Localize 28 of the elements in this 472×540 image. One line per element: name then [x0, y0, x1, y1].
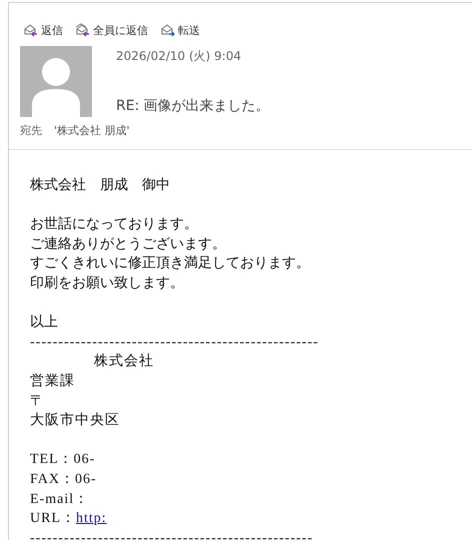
signature-text: --------------------------------------------------- [30, 334, 320, 352]
body-text: すごくきれいに修正頂き満足しております。 [30, 254, 311, 274]
website-link[interactable]: http: [76, 511, 107, 526]
envelope-arrow-icon [23, 23, 38, 37]
signature-text: FAX：06- [30, 470, 98, 489]
envelope-arrow-icon [160, 23, 175, 37]
reply-all-button[interactable]: 全員に返信 [75, 22, 148, 38]
avatar-icon [20, 46, 92, 117]
signature-text: 〒 [30, 392, 46, 411]
signature-text: 株式会社 [94, 354, 154, 370]
signature-text: 営業課 [30, 372, 76, 391]
signature-text: -------------------------------------------------- [30, 530, 314, 540]
sent-date: 2026/02/10 (火) 9:04 [116, 48, 242, 65]
signature-text: 大阪市中央区 [30, 411, 121, 430]
email-subject: RE: 画像が出来ました。 [116, 97, 271, 115]
to-label: 宛先 [20, 123, 42, 138]
body-text: ご連絡ありがとうございます。 [30, 234, 227, 254]
body-text: 印刷をお願い致します。 [30, 274, 185, 293]
body-text: 株式会社 朋成 御中 [30, 176, 171, 195]
envelope-arrow-icon [75, 23, 90, 37]
signature-text: TEL：06- [30, 451, 96, 470]
signature-text: URL： [30, 511, 76, 526]
recipient-name: '株式会社 朋成' [54, 123, 130, 138]
forward-button[interactable]: 転送 [160, 22, 200, 38]
signature-text: E-mail： [30, 490, 90, 508]
body-text: 以上 [30, 313, 59, 332]
body-text: お世話になっております。 [30, 215, 199, 234]
reply-button[interactable]: 返信 [23, 22, 63, 38]
